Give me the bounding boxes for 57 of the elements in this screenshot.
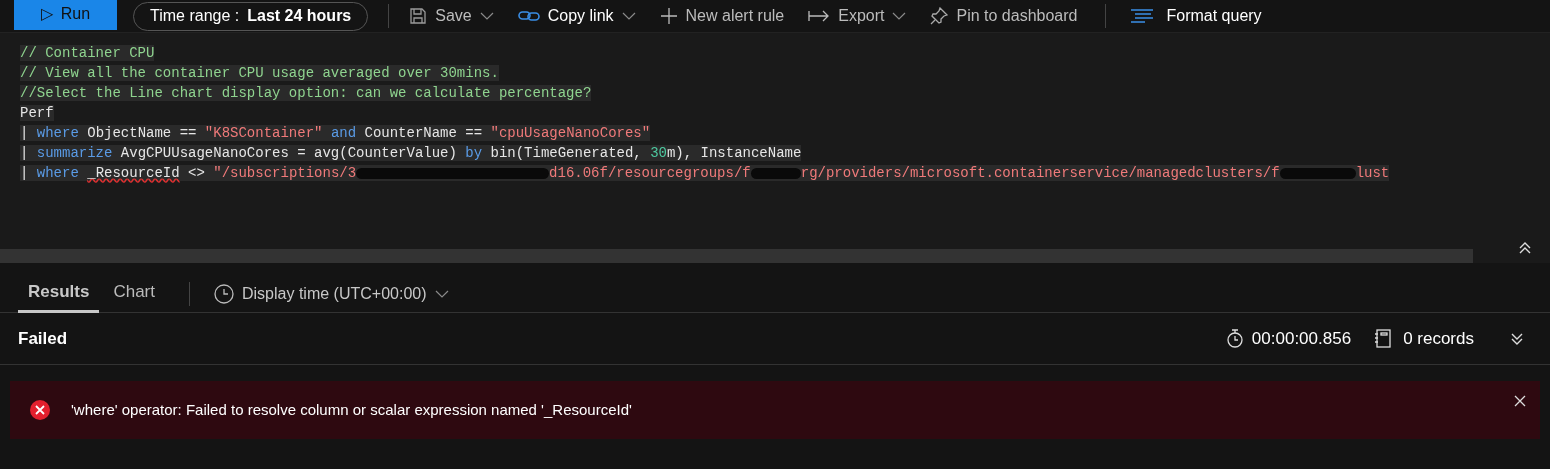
code-token: ObjectName ==	[86, 125, 198, 141]
code-token: // Container CPU	[20, 45, 155, 61]
toolbar-button[interactable]: Pin to dashboard	[930, 4, 1078, 28]
redaction-scribble	[750, 167, 801, 179]
code-token: |	[20, 165, 30, 181]
code-token: 30	[650, 145, 667, 161]
code-token: // View all the container CPU usage averaged over 30mins.	[20, 65, 499, 81]
code-token: m), InstanceName	[666, 145, 802, 161]
code-token: summarize	[36, 145, 113, 161]
code-token: lust	[1355, 165, 1390, 181]
code-token: Perf	[20, 105, 54, 121]
toolbar-button[interactable]: Export	[808, 4, 907, 28]
code-token: and	[329, 125, 357, 141]
code-token: _ResourceId	[87, 165, 180, 181]
toolbar-button[interactable]: Save	[409, 4, 494, 28]
toolbar-button[interactable]: Copy link	[517, 4, 636, 28]
close-icon[interactable]	[1514, 395, 1526, 407]
pin-icon	[930, 7, 949, 25]
code-token: CounterName ==	[363, 125, 484, 141]
code-token: //Select the Line chart display option: can we calculate percentage?	[20, 85, 592, 101]
notebook-icon	[1375, 329, 1392, 348]
code-token: |	[20, 125, 30, 141]
code-token: by	[465, 145, 483, 161]
error-icon	[30, 400, 50, 420]
format-lines-icon	[1130, 8, 1155, 24]
display-time-dropdown[interactable]: Display time (UTC+00:00)	[214, 281, 449, 306]
code-token: "cpuUsageNanoCores"	[490, 125, 651, 141]
expand-down-icon[interactable]	[1510, 331, 1524, 346]
code-token: d16.06f/resourcegroups/f	[549, 165, 751, 181]
chevron-down-icon	[434, 289, 449, 298]
toolbar-button[interactable]: New alert rule	[659, 4, 785, 28]
link-icon	[517, 9, 540, 23]
code-token: |	[20, 145, 30, 161]
save-icon	[409, 7, 428, 25]
error-message: 'where' operator: Failed to resolve column or scalar expression named '_ResourceId'	[71, 399, 632, 420]
records-count: 0 records	[1403, 327, 1474, 350]
code-token: bin(TimeGenerated,	[489, 145, 643, 161]
duration-text: 00:00:00.856	[1251, 327, 1352, 350]
horizontal-scrollbar[interactable]	[0, 249, 1473, 263]
plus-icon	[659, 7, 678, 25]
code-token: <>	[187, 165, 206, 181]
code-token: "/subscriptions/3	[213, 165, 357, 181]
results-tab[interactable]: Chart	[103, 274, 165, 313]
status-text: Failed	[18, 327, 68, 350]
format-query-button[interactable]: Format query	[1130, 4, 1262, 28]
code-token: "K8SContainer"	[204, 125, 323, 141]
export-arrow-icon	[808, 10, 831, 22]
code-token: AvgCPUUsageNanoCores = avg(CounterValue)	[119, 145, 458, 161]
run-button[interactable]: ▷ Run	[14, 0, 117, 30]
collapse-up-icon[interactable]	[1518, 241, 1532, 255]
code-token: rg/providers/microsoft.containerservice/managedclusters/f	[800, 165, 1280, 181]
clock-icon	[214, 283, 234, 304]
stopwatch-icon	[1225, 329, 1244, 348]
results-tab[interactable]: Results	[18, 274, 100, 313]
code-token: where	[36, 165, 80, 181]
query-editor[interactable]	[0, 33, 1550, 263]
code-token: where	[36, 125, 79, 141]
